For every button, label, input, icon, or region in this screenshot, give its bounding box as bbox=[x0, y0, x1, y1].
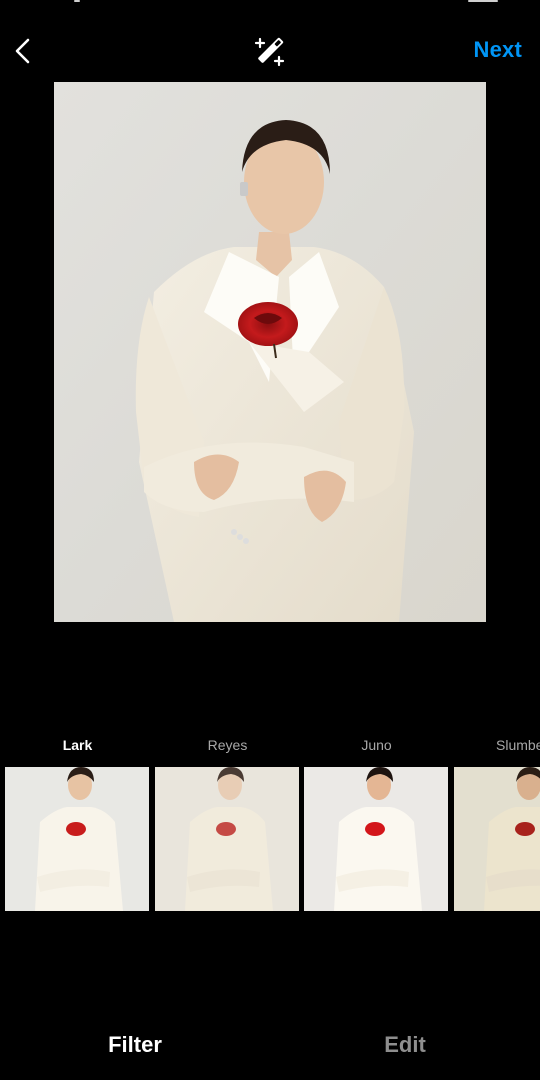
back-button[interactable] bbox=[8, 34, 38, 68]
filter-preview-image bbox=[304, 767, 448, 911]
filter-thumbnail[interactable] bbox=[155, 767, 299, 911]
magic-wand-sparkle-icon bbox=[254, 37, 285, 67]
filter-thumbnail[interactable] bbox=[304, 767, 448, 911]
filter-label: Reyes bbox=[207, 737, 248, 753]
filter-item-reyes[interactable]: Reyes bbox=[155, 733, 300, 911]
chevron-left-icon bbox=[15, 38, 30, 64]
tab-filter[interactable]: Filter bbox=[0, 1032, 270, 1058]
bottom-tab-bar: Filter Edit bbox=[0, 1020, 540, 1075]
portrait-photo bbox=[54, 82, 486, 622]
top-navigation-bar: Next bbox=[0, 28, 540, 74]
filter-label: Slumber bbox=[496, 737, 540, 753]
tab-edit[interactable]: Edit bbox=[270, 1032, 540, 1058]
filter-thumbnail[interactable] bbox=[454, 767, 540, 911]
filter-item-juno[interactable]: Juno bbox=[304, 733, 449, 911]
magic-wand-button[interactable] bbox=[252, 33, 288, 69]
filter-label: Juno bbox=[361, 737, 392, 753]
filter-carousel[interactable]: Lark Reyes Juno Slumbe bbox=[0, 733, 540, 913]
filter-preview-image bbox=[5, 767, 149, 911]
filter-label: Lark bbox=[62, 737, 93, 753]
filter-item-slumber[interactable]: Slumber bbox=[454, 733, 540, 911]
filter-thumbnail[interactable] bbox=[5, 767, 149, 911]
photo-preview[interactable] bbox=[54, 82, 486, 622]
filter-item-lark[interactable]: Lark bbox=[5, 733, 150, 911]
status-bar-fragment bbox=[74, 0, 80, 2]
filter-preview-image bbox=[454, 767, 540, 911]
filter-preview-image bbox=[155, 767, 299, 911]
next-button[interactable]: Next bbox=[474, 37, 523, 63]
battery-indicator-fragment bbox=[468, 0, 498, 2]
